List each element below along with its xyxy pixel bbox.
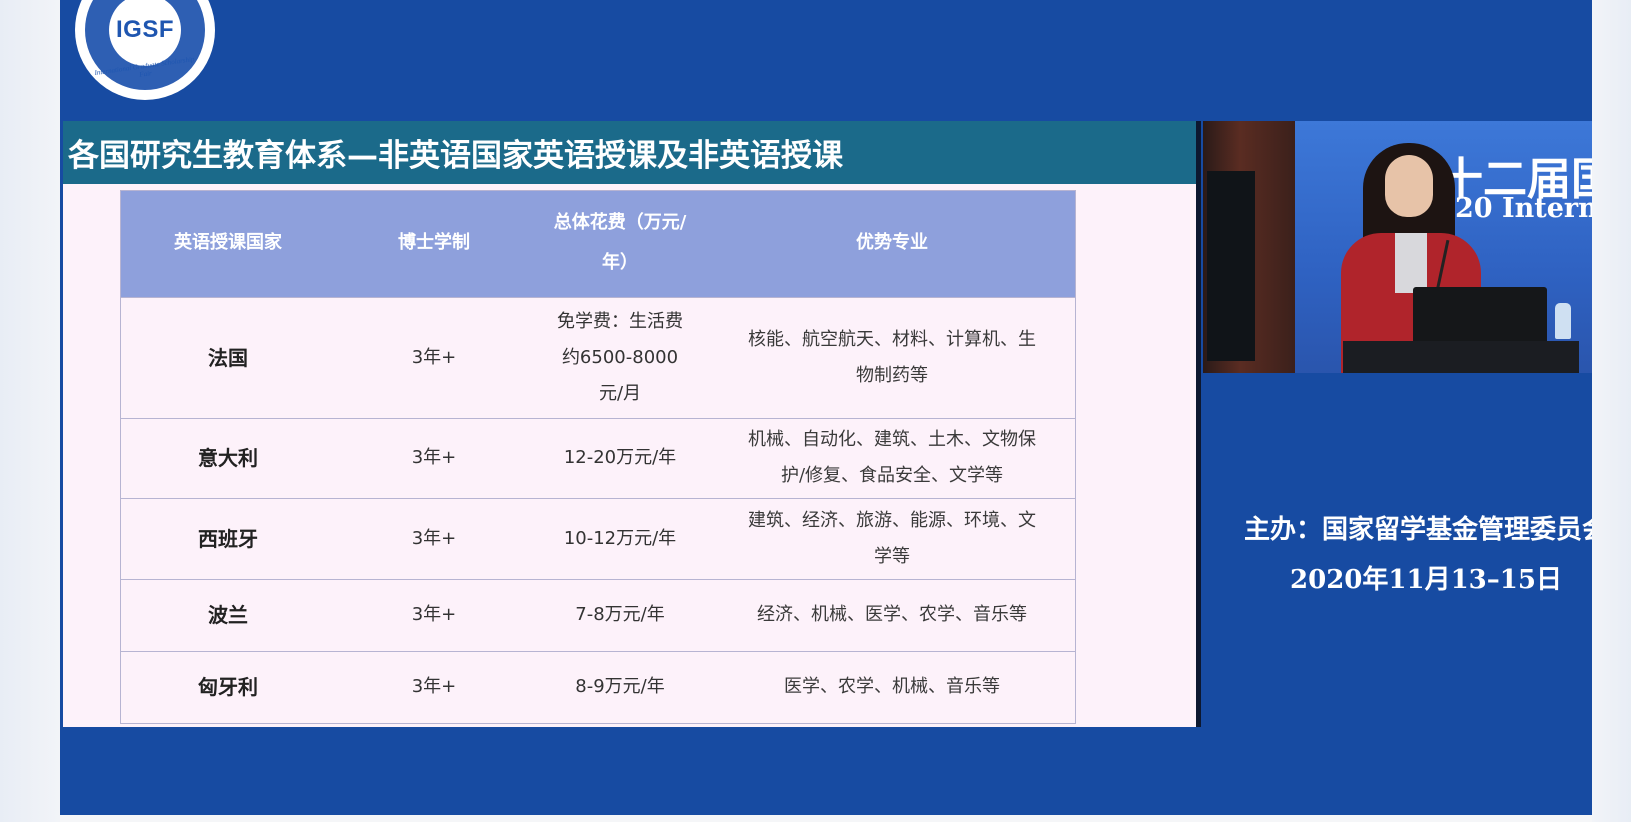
speaker-face <box>1385 155 1433 217</box>
cell-majors: 机械、自动化、建筑、土木、文物保护/修复、食品安全、文学等 <box>708 417 1076 498</box>
organizer-info: 主办：国家留学基金管理委员会 2020年11月13–15日 <box>1203 505 1592 605</box>
table-row: 法国 3年+ 免学费：生活费约6500-8000元/月 核能、航空航天、材料、计… <box>120 296 1076 418</box>
logo-inner: IGSF <box>109 0 181 66</box>
cell-cost: 7-8万元/年 <box>532 578 708 651</box>
cell-duration: 3年+ <box>336 296 532 418</box>
cell-majors: 经济、机械、医学、农学、音乐等 <box>708 578 1076 651</box>
igsf-logo: IGSF International Graduate Scholarship … <box>75 0 215 100</box>
cell-majors: 医学、农学、机械、音乐等 <box>708 650 1076 722</box>
presentation-slide: 各国研究生教育体系—非英语国家英语授课及非英语授课 英语授课国家 博士学制 总体… <box>63 121 1196 727</box>
header-duration: 博士学制 <box>398 232 470 254</box>
table-row: 意大利 3年+ 12-20万元/年 机械、自动化、建筑、土木、文物保护/修复、食… <box>120 417 1076 498</box>
cell-cost: 10-12万元/年 <box>532 497 708 579</box>
cell-duration: 3年+ <box>336 650 532 722</box>
page-background-right <box>1591 0 1631 822</box>
speaker-shirt <box>1395 233 1427 293</box>
table-row: 匈牙利 3年+ 8-9万元/年 医学、农学、机械、音乐等 <box>120 650 1076 722</box>
cell-country: 意大利 <box>120 417 336 498</box>
slide-title: 各国研究生教育体系—非英语国家英语授课及非英语授课 <box>68 138 843 174</box>
livestream-stage: IGSF International Graduate Scholarship … <box>60 0 1592 815</box>
backdrop-subtitle: 20 Internat <box>1455 193 1592 224</box>
video-divider <box>1196 121 1201 727</box>
laptop <box>1413 287 1547 345</box>
cell-duration: 3年+ <box>336 417 532 498</box>
cell-duration: 3年+ <box>336 578 532 651</box>
education-table: 英语授课国家 博士学制 总体花费（万元/年） 优势专业 法国 3年+ 免学费：生… <box>120 190 1076 722</box>
video-side-wall <box>1203 121 1295 373</box>
cell-country: 法国 <box>120 296 336 418</box>
cell-cost: 12-20万元/年 <box>532 417 708 498</box>
table-row: 波兰 3年+ 7-8万元/年 经济、机械、医学、农学、音乐等 <box>120 578 1076 651</box>
podium <box>1343 341 1579 373</box>
slide-title-bar: 各国研究生教育体系—非英语国家英语授课及非英语授课 <box>63 121 1196 184</box>
page-background-left <box>0 0 60 822</box>
table-row: 西班牙 3年+ 10-12万元/年 建筑、经济、旅游、能源、环境、文学等 <box>120 497 1076 579</box>
header-majors: 优势专业 <box>856 232 928 254</box>
video-side-panel <box>1207 171 1255 361</box>
cell-country: 西班牙 <box>120 497 336 579</box>
cell-country: 匈牙利 <box>120 650 336 722</box>
table-header-row: 英语授课国家 博士学制 总体花费（万元/年） 优势专业 <box>120 190 1076 297</box>
player-bottom-strip <box>60 815 1592 822</box>
organizer-host: 主办：国家留学基金管理委员会 <box>1243 515 1592 545</box>
logo-abbr: IGSF <box>115 16 174 43</box>
cell-majors: 核能、航空航天、材料、计算机、生物制药等 <box>708 296 1076 418</box>
cell-cost: 免学费：生活费约6500-8000元/月 <box>532 296 708 418</box>
cell-majors: 建筑、经济、旅游、能源、环境、文学等 <box>708 497 1076 579</box>
water-bottle <box>1555 303 1571 339</box>
header-cost: 总体花费（万元/年） <box>553 212 687 274</box>
cell-country: 波兰 <box>120 578 336 651</box>
header-country: 英语授课国家 <box>174 232 282 254</box>
speaker-video-feed[interactable]: 十二届国 20 Internat 主 <box>1203 121 1592 373</box>
event-dates: 2020年11月13–15日 <box>1290 565 1562 595</box>
cell-duration: 3年+ <box>336 497 532 579</box>
cell-cost: 8-9万元/年 <box>532 650 708 722</box>
